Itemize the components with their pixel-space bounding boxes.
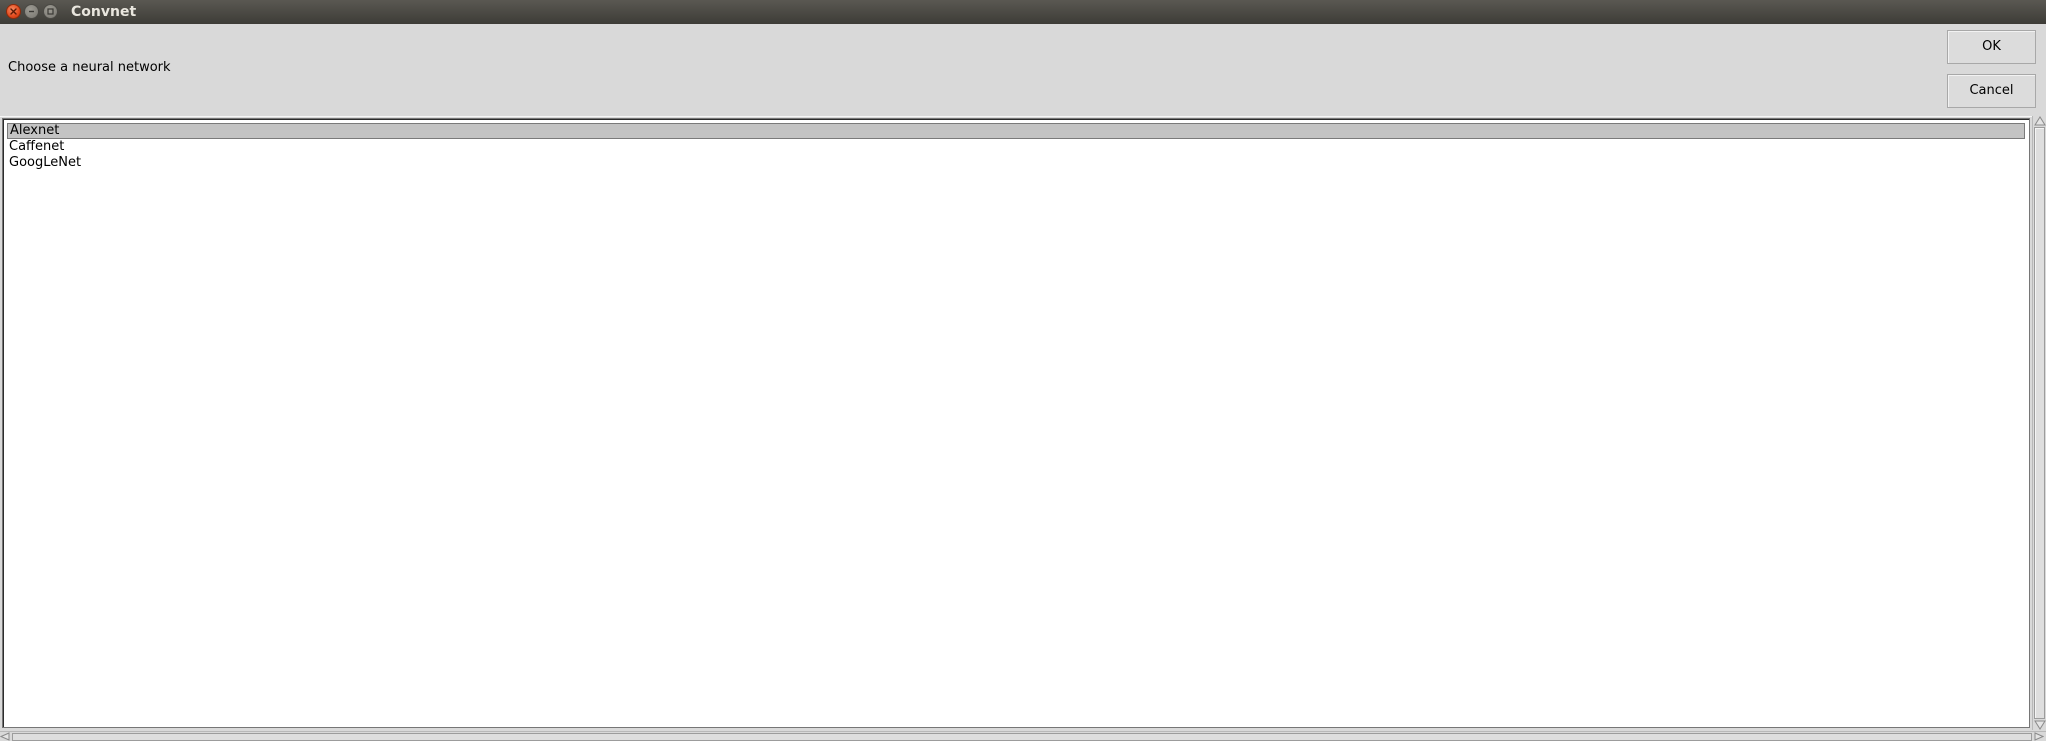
horizontal-scroll-thumb[interactable] [12,733,2032,741]
list-item-googlenet[interactable]: GoogLeNet [7,155,2025,171]
ok-button[interactable]: OK [1947,30,2036,64]
title-bar: Convnet [0,0,2046,24]
horizontal-scrollbar[interactable] [0,731,2046,741]
minimize-icon[interactable] [24,4,39,19]
scroll-up-arrow-icon[interactable] [2034,116,2046,126]
list-item-caffenet[interactable]: Caffenet [7,139,2025,155]
network-listbox[interactable]: Alexnet Caffenet GoogLeNet [2,118,2030,728]
cancel-button[interactable]: Cancel [1947,74,2036,108]
vertical-scroll-thumb[interactable] [2034,127,2045,719]
window-title: Convnet [71,4,137,20]
list-item-alexnet[interactable]: Alexnet [7,123,2025,139]
scroll-left-arrow-icon[interactable] [0,732,10,741]
vertical-scrollbar[interactable] [2032,116,2046,730]
close-icon[interactable] [6,4,21,19]
maximize-icon[interactable] [43,4,58,19]
prompt-label: Choose a neural network [8,60,171,75]
scroll-right-arrow-icon[interactable] [2034,732,2044,741]
scroll-down-arrow-icon[interactable] [2034,720,2046,730]
header-separator [0,116,2046,117]
